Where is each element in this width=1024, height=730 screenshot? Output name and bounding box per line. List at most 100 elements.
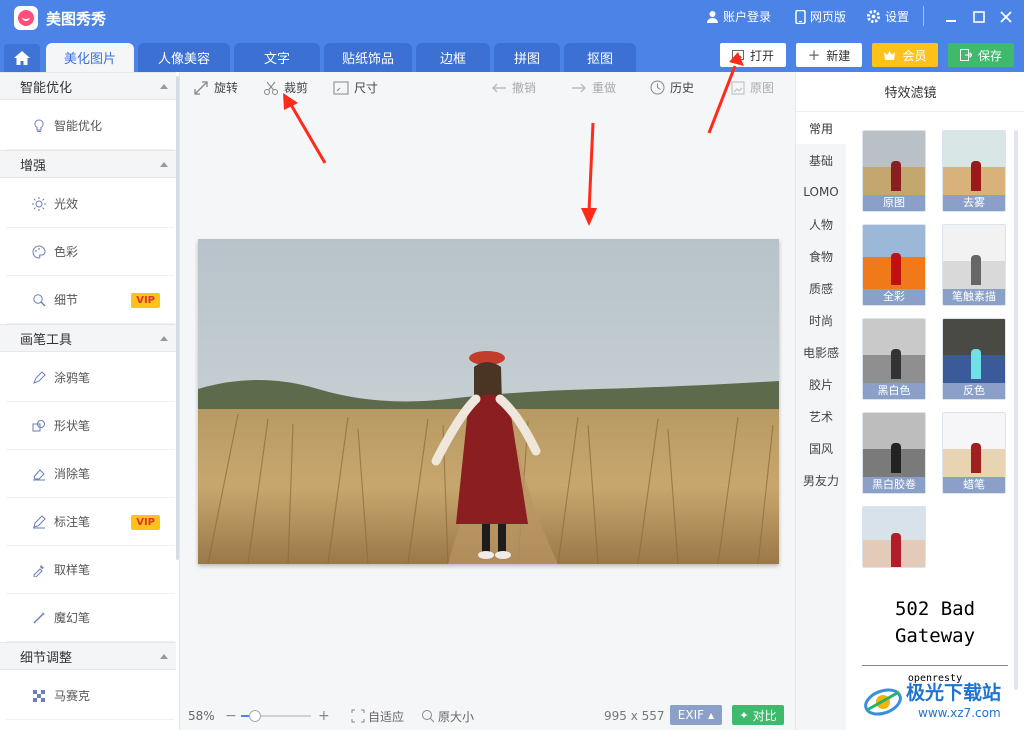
tab-stickers[interactable]: 贴纸饰品: [324, 43, 412, 72]
maximize-button[interactable]: [968, 6, 990, 28]
tool-shape[interactable]: 形状笔: [6, 402, 174, 450]
filter-category[interactable]: 电影感: [796, 336, 846, 368]
filter-thumb-bw-film[interactable]: 黑白胶卷: [862, 412, 926, 494]
tool-doodle[interactable]: 涂鸦笔: [6, 354, 174, 402]
fit-icon: [351, 709, 365, 723]
undo-arrow-icon: [492, 83, 506, 92]
eyedropper-icon: [33, 564, 44, 577]
filter-scrollbar[interactable]: [1014, 130, 1018, 690]
filter-thumb-crayon[interactable]: 蜡笔: [942, 412, 1006, 494]
error-line-1: 502 Bad: [894, 598, 976, 620]
zoom-slider-handle[interactable]: [249, 710, 261, 722]
filter-category[interactable]: 艺术: [796, 400, 846, 432]
filter-label: 去雾: [943, 195, 1005, 211]
section-detail-adjust[interactable]: 细节调整: [0, 642, 176, 670]
tab-cutout[interactable]: 抠图: [564, 43, 636, 72]
tool-color[interactable]: 色彩: [6, 228, 174, 276]
actual-size-label: 原大小: [438, 709, 475, 724]
tab-frame[interactable]: 边框: [416, 43, 490, 72]
edited-photo[interactable]: [198, 239, 779, 564]
tool-smart-optimize[interactable]: 智能优化: [6, 102, 174, 150]
section-enhance[interactable]: 增强: [0, 150, 176, 178]
rotate-button[interactable]: 旋转: [193, 79, 238, 96]
open-button[interactable]: 打开: [720, 43, 786, 67]
pen-icon: [33, 514, 46, 528]
tab-portrait[interactable]: 人像美容: [138, 43, 230, 72]
zoom-percent: 58%: [188, 709, 215, 723]
filter-category[interactable]: 常用: [796, 112, 846, 144]
collapse-icon: [160, 654, 168, 659]
section-title: 细节调整: [20, 650, 73, 666]
filter-thumb-bw[interactable]: 黑白色: [862, 318, 926, 400]
filter-thumb-invert[interactable]: 反色: [942, 318, 1006, 400]
redo-arrow-icon: [572, 83, 586, 92]
tool-label: 细节: [54, 293, 79, 307]
tool-light[interactable]: 光效: [6, 180, 174, 228]
tool-mosaic[interactable]: 马赛克: [6, 672, 174, 720]
tab-beautify[interactable]: 美化图片: [46, 43, 134, 72]
tab-text[interactable]: 文字: [234, 43, 320, 72]
filter-category[interactable]: LOMO: [796, 176, 846, 208]
save-button[interactable]: 保存: [948, 43, 1014, 67]
size-button[interactable]: 尺寸: [333, 79, 378, 96]
undo-button[interactable]: 撤销: [491, 79, 536, 96]
original-button[interactable]: 原图: [731, 79, 774, 96]
filter-category[interactable]: 胶片: [796, 368, 846, 400]
tool-detail[interactable]: 细节 VIP: [6, 276, 174, 324]
section-smart-optimize[interactable]: 智能优化: [0, 72, 176, 100]
compare-button[interactable]: ✦ 对比: [732, 705, 784, 725]
history-button[interactable]: 历史: [650, 79, 694, 96]
filter-category[interactable]: 国风: [796, 432, 846, 464]
vip-badge: VIP: [131, 293, 160, 308]
filter-thumb-sketch[interactable]: 笔触素描: [942, 224, 1006, 306]
web-version[interactable]: 网页版: [795, 8, 846, 25]
filter-thumb-dehaze[interactable]: 去雾: [942, 130, 1006, 212]
filter-thumb-fullcolor[interactable]: 全彩: [862, 224, 926, 306]
web-version-label: 网页版: [810, 10, 847, 24]
settings[interactable]: 设置: [866, 8, 909, 25]
scissors-icon: [264, 81, 278, 95]
user-icon: [707, 11, 718, 23]
filter-category[interactable]: 人物: [796, 208, 846, 240]
exif-button[interactable]: EXIF ▲: [670, 705, 722, 725]
fit-label: 自适应: [368, 709, 405, 724]
new-button[interactable]: + 新建: [796, 43, 862, 67]
exif-label: EXIF: [677, 708, 705, 722]
close-button[interactable]: [995, 6, 1017, 28]
tool-label: 魔幻笔: [54, 611, 91, 625]
zoom-in-button[interactable]: +: [318, 708, 330, 724]
home-button[interactable]: [4, 44, 40, 72]
filter-label: 全彩: [863, 289, 925, 305]
filter-category[interactable]: 时尚: [796, 304, 846, 336]
filter-category[interactable]: 男友力: [796, 464, 846, 496]
tab-collage[interactable]: 拼图: [494, 43, 560, 72]
tool-magic-pen[interactable]: 魔幻笔: [6, 594, 174, 642]
palette-icon: [32, 244, 46, 259]
zoom-out-button[interactable]: −: [225, 708, 237, 724]
filter-thumb-extra[interactable]: [862, 506, 926, 568]
tool-annotate[interactable]: 标注笔 VIP: [6, 498, 174, 546]
section-brush-tools[interactable]: 画笔工具: [0, 324, 176, 352]
crop-label: 裁剪: [284, 81, 309, 95]
vip-button[interactable]: 会员: [872, 43, 938, 67]
filter-category[interactable]: 基础: [796, 144, 846, 176]
actual-size-button[interactable]: 原大小: [421, 708, 474, 725]
section-title: 智能优化: [20, 80, 73, 96]
tool-sampler[interactable]: 取样笔: [6, 546, 174, 594]
fit-button[interactable]: 自适应: [351, 708, 404, 725]
filter-category[interactable]: 食物: [796, 240, 846, 272]
app-logo-icon: [14, 6, 38, 30]
error-line-2: Gateway: [894, 625, 976, 647]
minimize-button[interactable]: [940, 6, 962, 28]
section-title: 画笔工具: [20, 332, 73, 348]
crop-button[interactable]: 裁剪: [263, 79, 308, 96]
tool-eraser[interactable]: 消除笔: [6, 450, 174, 498]
filter-category[interactable]: 质感: [796, 272, 846, 304]
redo-button[interactable]: 重做: [571, 79, 616, 96]
filter-thumb-original[interactable]: 原图: [862, 130, 926, 212]
caret-up-icon: ▲: [708, 710, 715, 720]
sidebar-scrollbar[interactable]: [176, 76, 179, 560]
account-login[interactable]: 账户登录: [706, 8, 771, 25]
filter-panel-title: 特效滤镜: [796, 72, 1024, 112]
zoom-slider[interactable]: [241, 710, 311, 722]
